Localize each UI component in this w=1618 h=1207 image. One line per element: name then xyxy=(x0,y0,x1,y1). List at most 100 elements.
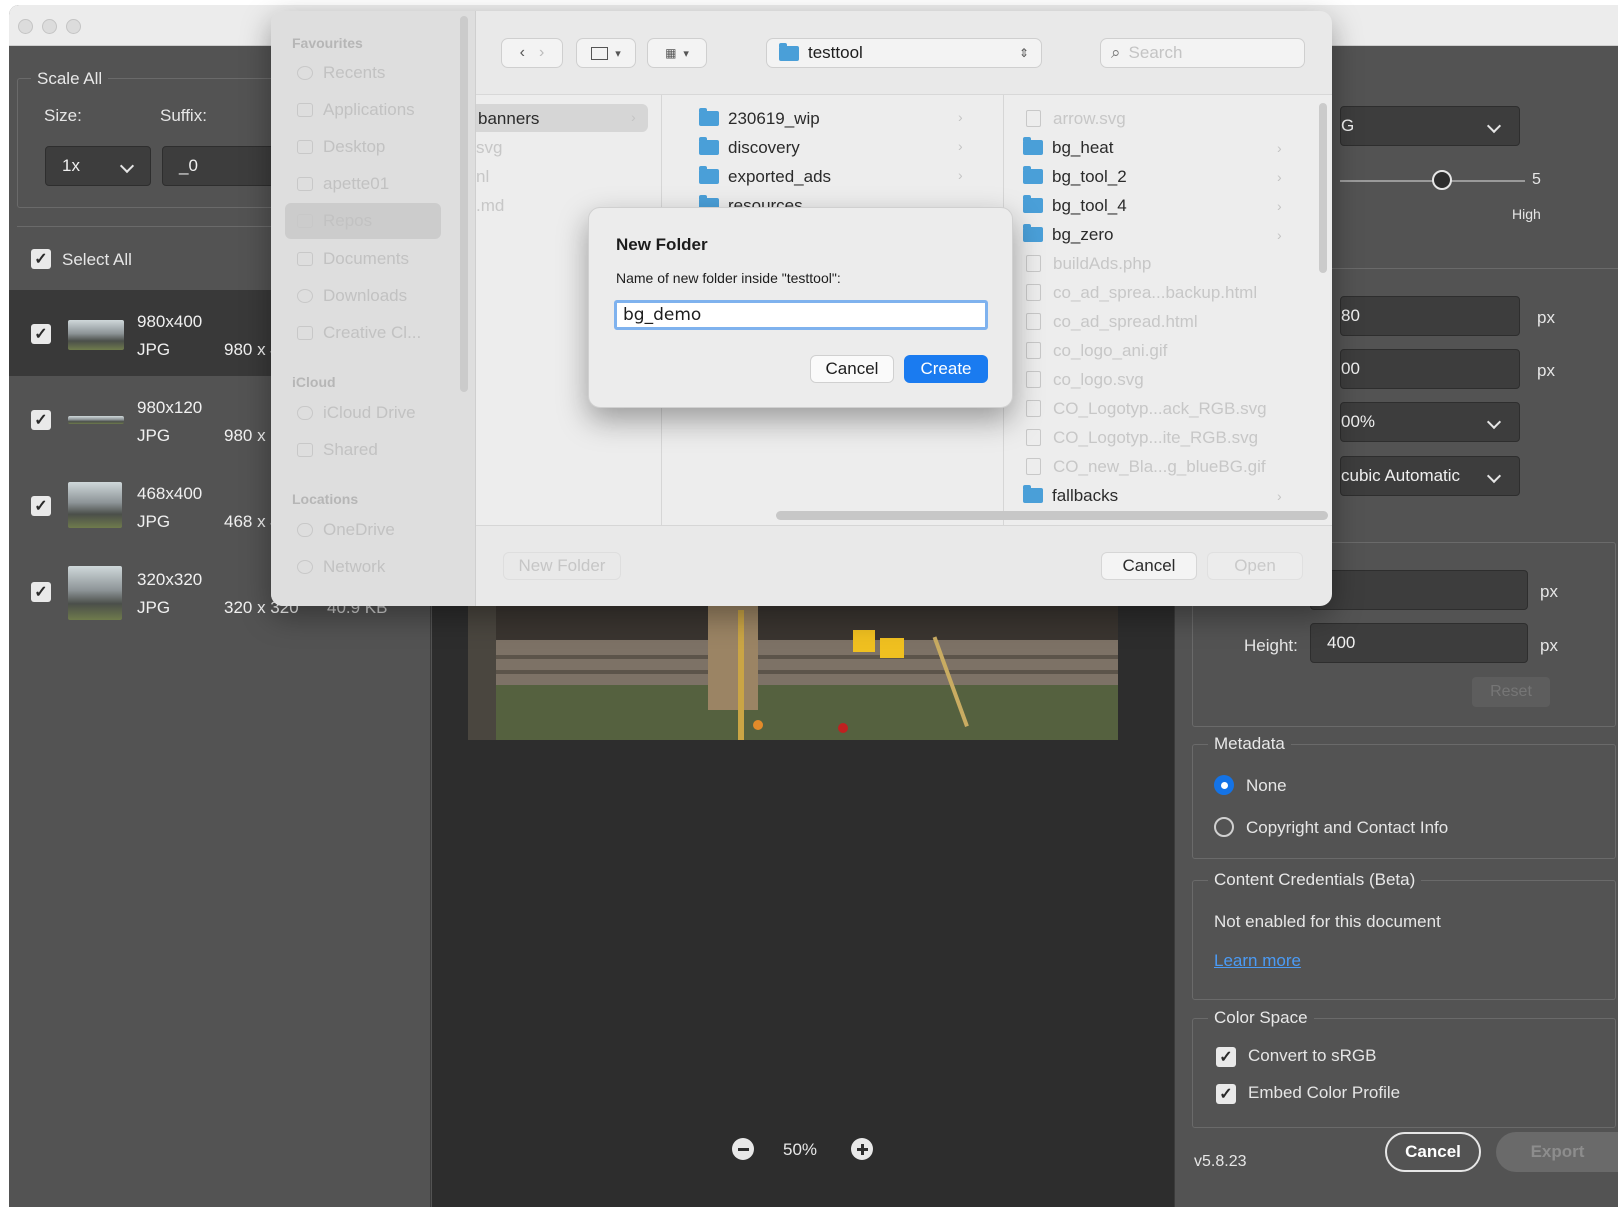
color-space-legend: Color Space xyxy=(1208,1008,1314,1028)
column-scrollbar[interactable] xyxy=(1319,103,1327,273)
sidebar-item-label: Documents xyxy=(323,249,409,268)
height-input-value: 00 xyxy=(1341,359,1360,378)
sidebar-item-recents[interactable]: Recents xyxy=(285,55,441,91)
list-item[interactable]: .md xyxy=(476,191,504,220)
item-name: bg_heat xyxy=(1052,137,1114,157)
asset-checkbox[interactable]: ✓ xyxy=(31,582,51,602)
content-credentials-legend: Content Credentials (Beta) xyxy=(1208,870,1422,890)
create-button[interactable]: Create xyxy=(904,355,988,383)
sidebar-item-shared[interactable]: Shared xyxy=(285,432,441,468)
chevron-left-icon[interactable]: ‹ xyxy=(520,44,525,62)
sidebar-item-creative-cloud[interactable]: Creative Cl... xyxy=(285,315,441,351)
back-forward-buttons[interactable]: ‹ › xyxy=(501,38,563,68)
chevron-right-icon: › xyxy=(1277,226,1282,243)
minimize-window-icon[interactable] xyxy=(42,19,57,34)
width-input[interactable]: 80 xyxy=(1340,296,1520,336)
search-field[interactable]: ⌕ Search xyxy=(1100,38,1305,68)
size-label: Size: xyxy=(44,106,82,125)
zoom-in-icon[interactable] xyxy=(851,1138,873,1160)
quality-slider-handle[interactable] xyxy=(1432,170,1452,190)
applications-icon xyxy=(297,103,313,117)
cancel-button[interactable]: Cancel xyxy=(1385,1132,1481,1172)
list-item[interactable]: CO_Logotyp...ite_RGB.svg xyxy=(1023,423,1293,452)
item-name: fallbacks xyxy=(1052,485,1119,505)
list-item[interactable]: CO_new_Bla...g_blueBG.gif xyxy=(1023,452,1293,481)
height-input[interactable]: 00 xyxy=(1340,349,1520,389)
asset-checkbox[interactable]: ✓ xyxy=(31,324,51,344)
asset-name: 980x120 xyxy=(137,398,203,417)
list-item[interactable]: buildAds.php xyxy=(1023,249,1293,278)
list-item[interactable]: fallbacks › xyxy=(1023,481,1293,510)
close-window-icon[interactable] xyxy=(18,19,33,34)
zoom-out-icon[interactable] xyxy=(732,1138,754,1160)
folder-icon xyxy=(1023,485,1043,503)
sidebar-item-applications[interactable]: Applications xyxy=(285,92,441,128)
open-button[interactable]: Open xyxy=(1207,552,1303,580)
list-item[interactable]: bg_heat › xyxy=(1023,133,1293,162)
zoom-window-icon[interactable] xyxy=(66,19,81,34)
select-all-checkbox[interactable]: ✓ xyxy=(31,249,51,269)
sidebar-item-home[interactable]: apette01 xyxy=(285,166,441,202)
size-select[interactable]: 1x xyxy=(45,146,151,186)
canvas-height-input[interactable]: 400 xyxy=(1310,623,1528,663)
px-unit: px xyxy=(1540,582,1558,601)
list-item[interactable]: svg xyxy=(476,133,502,162)
chevron-down-icon xyxy=(1486,468,1502,484)
dialog-cancel-button[interactable]: Cancel xyxy=(810,355,894,383)
list-item[interactable]: 230619_wip xyxy=(699,104,820,133)
scale-all-legend: Scale All xyxy=(31,69,109,89)
sidebar-item-onedrive[interactable]: OneDrive xyxy=(285,512,441,548)
sidebar-item-repos[interactable]: Repos xyxy=(285,203,441,239)
px-unit: px xyxy=(1537,361,1555,380)
cloud-icon xyxy=(297,523,313,537)
asset-checkbox[interactable]: ✓ xyxy=(31,496,51,516)
home-icon xyxy=(297,177,313,191)
suffix-label: Suffix: xyxy=(160,106,207,125)
format-select-value: G xyxy=(1341,116,1355,135)
resample-select[interactable]: cubic Automatic xyxy=(1340,456,1520,496)
folder-name-input[interactable]: bg_demo xyxy=(614,300,988,330)
sidebar-item-network[interactable]: Network xyxy=(285,549,441,585)
view-mode-button[interactable]: ▾ xyxy=(576,38,636,68)
sidebar-item-documents[interactable]: Documents xyxy=(285,241,441,277)
list-item[interactable]: exported_ads xyxy=(699,162,831,191)
list-item[interactable]: arrow.svg xyxy=(1023,104,1293,133)
horizontal-scrollbar[interactable] xyxy=(776,511,1328,520)
list-item[interactable]: co_ad_spread.html xyxy=(1023,307,1293,336)
scale-select[interactable]: 00% xyxy=(1340,402,1520,442)
chevron-right-icon[interactable]: › xyxy=(539,44,544,62)
chevron-right-icon: › xyxy=(1277,197,1282,214)
embed-profile-checkbox[interactable]: ✓ xyxy=(1216,1084,1236,1104)
group-button[interactable]: ▦ ▾ xyxy=(647,38,707,68)
sidebar-scrollbar[interactable] xyxy=(460,16,468,392)
sidebar-item-downloads[interactable]: Downloads xyxy=(285,278,441,314)
sidebar-item-icloud-drive[interactable]: iCloud Drive xyxy=(285,395,441,431)
list-item[interactable]: co_ad_sprea...backup.html xyxy=(1023,278,1293,307)
list-item[interactable]: bg_tool_2 › xyxy=(1023,162,1293,191)
list-item[interactable]: bg_tool_4 › xyxy=(1023,191,1293,220)
canvas-width-input[interactable]: 80 xyxy=(1310,570,1528,610)
reset-button[interactable]: Reset xyxy=(1472,677,1550,707)
canvas-height-value: 400 xyxy=(1327,633,1356,652)
asset-checkbox[interactable]: ✓ xyxy=(31,410,51,430)
list-item[interactable]: discovery xyxy=(699,133,800,162)
learn-more-link[interactable]: Learn more xyxy=(1214,951,1301,971)
list-item[interactable]: banners xyxy=(478,104,539,133)
sidebar-item-desktop[interactable]: Desktop xyxy=(285,129,441,165)
list-item[interactable]: co_logo_ani.gif xyxy=(1023,336,1293,365)
metadata-none-radio[interactable] xyxy=(1214,775,1234,795)
sheet-cancel-button[interactable]: Cancel xyxy=(1101,552,1197,580)
chevron-right-icon: › xyxy=(958,109,963,125)
new-folder-button[interactable]: New Folder xyxy=(503,552,621,580)
metadata-copyright-radio[interactable] xyxy=(1214,817,1234,837)
location-popup[interactable]: testtool ⇕ xyxy=(766,38,1042,68)
list-item[interactable]: nl xyxy=(476,162,489,191)
folder-name-value: bg_demo xyxy=(623,305,702,325)
export-button[interactable]: Export xyxy=(1496,1132,1618,1172)
convert-srgb-checkbox[interactable]: ✓ xyxy=(1216,1047,1236,1067)
list-item[interactable]: co_logo.svg xyxy=(1023,365,1293,394)
list-item[interactable]: bg_zero › xyxy=(1023,220,1293,249)
list-item[interactable]: CO_Logotyp...ack_RGB.svg xyxy=(1023,394,1293,423)
format-select[interactable]: G xyxy=(1340,106,1520,146)
shared-folder-icon xyxy=(297,443,313,457)
